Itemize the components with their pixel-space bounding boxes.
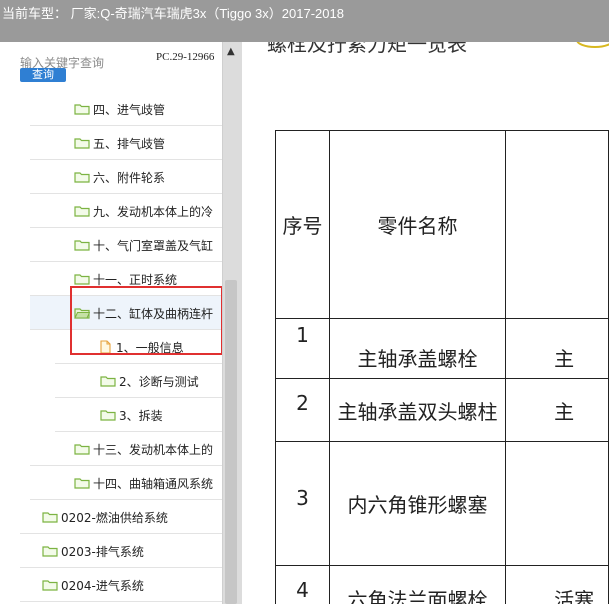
row-number: 1 xyxy=(275,318,330,379)
tree-item-label: 十四、曲轴箱通风系统 xyxy=(93,476,214,491)
header-cell-extra xyxy=(505,130,609,319)
row-part-name: 六角法兰面螺栓 xyxy=(328,565,507,604)
table-row: 2 主轴承盖双头螺柱 主 xyxy=(275,378,609,442)
tree-item-label: 十二、缸体及曲柄连杆 xyxy=(93,306,214,321)
table-header-row: 序号 零件名称 xyxy=(275,130,609,319)
row-part-name: 主轴承盖螺栓 xyxy=(328,318,507,379)
row-extra: 主 xyxy=(505,318,609,379)
row-part-name: 主轴承盖双头螺柱 xyxy=(328,378,507,442)
brand-logo-icon xyxy=(576,42,609,48)
tree-divider xyxy=(20,601,222,602)
tree-item[interactable]: 0203-排气系统 xyxy=(0,534,222,568)
folder-icon xyxy=(74,205,90,217)
tree-item-label: 十、气门室罩盖及气缸 xyxy=(93,238,214,253)
folder-open-icon xyxy=(74,307,91,319)
row-extra: 主 xyxy=(505,378,609,442)
folder-icon xyxy=(74,137,90,149)
left-navigation-panel: 输入关键字查询 查询 PC.29-12966 四、进气歧管 五、排气歧管 六、附件轮… xyxy=(0,42,222,604)
folder-icon xyxy=(100,409,116,421)
folder-icon xyxy=(74,273,90,285)
tree-item-label: 十一、正时系统 xyxy=(93,272,178,287)
folder-icon xyxy=(74,477,90,489)
tree-item[interactable]: 十四、曲轴箱通风系统 xyxy=(0,466,222,500)
torque-table: 序号 零件名称 1 主轴承盖螺栓 主 2 主轴承盖双头螺柱 主 3 内六角锥形螺… xyxy=(275,130,609,604)
row-part-name: 内六角锥形螺塞 xyxy=(328,441,507,566)
tree-item[interactable]: 0204-进气系统 xyxy=(0,568,222,602)
tree-item[interactable]: 2、诊断与测试 xyxy=(0,364,222,398)
tree-item[interactable]: 九、发动机本体上的冷 xyxy=(0,194,222,228)
part-code-label: PC.29-12966 xyxy=(156,51,215,63)
tree-item-label: 五、排气歧管 xyxy=(93,136,166,151)
tree-scrollbar-thumb[interactable] xyxy=(225,280,237,604)
tree-item-label: 四、进气歧管 xyxy=(93,102,166,117)
document-icon xyxy=(100,340,111,354)
folder-icon xyxy=(42,545,58,557)
row-number: 4 xyxy=(275,565,330,604)
folder-icon xyxy=(42,579,58,591)
tree-item-label: 十三、发动机本体上的 xyxy=(93,442,214,457)
tree-item[interactable]: 0202-燃油供给系统 xyxy=(0,500,222,534)
row-number: 2 xyxy=(275,378,330,442)
tree-item-label: 六、附件轮系 xyxy=(93,170,166,185)
header-cell-number: 序号 xyxy=(275,130,330,319)
tree-item-label: 0204-进气系统 xyxy=(61,578,144,593)
tree-item-label: 3、拆装 xyxy=(119,408,163,423)
table-row: 3 内六角锥形螺塞 xyxy=(275,441,609,566)
tree-item[interactable]: 1、一般信息 xyxy=(0,330,222,364)
tree-item-label: 1、一般信息 xyxy=(116,340,184,355)
tree-item[interactable]: 十三、发动机本体上的 xyxy=(0,432,222,466)
search-button[interactable]: 查询 xyxy=(20,68,66,82)
tree-item[interactable]: 十、气门室罩盖及气缸 xyxy=(0,228,222,262)
vehicle-title: 当前车型： 厂家:Q-奇瑞汽车瑞虎3x（Tiggo 3x）2017-2018 xyxy=(2,6,344,21)
tree-item[interactable]: 3、拆装 xyxy=(0,398,222,432)
document-heading: 螺栓及拧紧力矩一览表 xyxy=(267,42,467,56)
tree-item-label: 0203-排气系统 xyxy=(61,544,144,559)
table-row: 4 六角法兰面螺栓 活塞 xyxy=(275,565,609,604)
row-extra: 活塞 xyxy=(505,565,609,604)
header-cell-part-name: 零件名称 xyxy=(328,130,507,319)
tree-item-label: 九、发动机本体上的冷 xyxy=(93,204,214,219)
tree-item[interactable]: 十一、正时系统 xyxy=(0,262,222,296)
tree-item[interactable]: 六、附件轮系 xyxy=(0,160,222,194)
folder-icon xyxy=(74,103,90,115)
folder-icon xyxy=(42,511,58,523)
document-viewer: 螺栓及拧紧力矩一览表 序号 零件名称 1 主轴承盖螺栓 主 2 主轴承盖双头螺柱… xyxy=(242,42,609,604)
table-row: 1 主轴承盖螺栓 主 xyxy=(275,318,609,379)
folder-icon xyxy=(74,443,90,455)
tree-item-label: 2、诊断与测试 xyxy=(119,374,199,389)
scroll-up-arrow-icon[interactable]: ▲ xyxy=(227,46,235,57)
vehicle-title-bar: 当前车型： 厂家:Q-奇瑞汽车瑞虎3x（Tiggo 3x）2017-2018 xyxy=(0,0,609,42)
folder-icon xyxy=(100,375,116,387)
tree-item[interactable]: 五、排气歧管 xyxy=(0,126,222,160)
folder-icon xyxy=(74,171,90,183)
row-number: 3 xyxy=(275,441,330,566)
tree-item[interactable]: 十二、缸体及曲柄连杆 xyxy=(30,296,222,330)
tree-item-label: 0202-燃油供给系统 xyxy=(61,510,168,525)
row-extra xyxy=(505,441,609,566)
tree-item[interactable]: 四、进气歧管 xyxy=(0,92,222,126)
folder-icon xyxy=(74,239,90,251)
